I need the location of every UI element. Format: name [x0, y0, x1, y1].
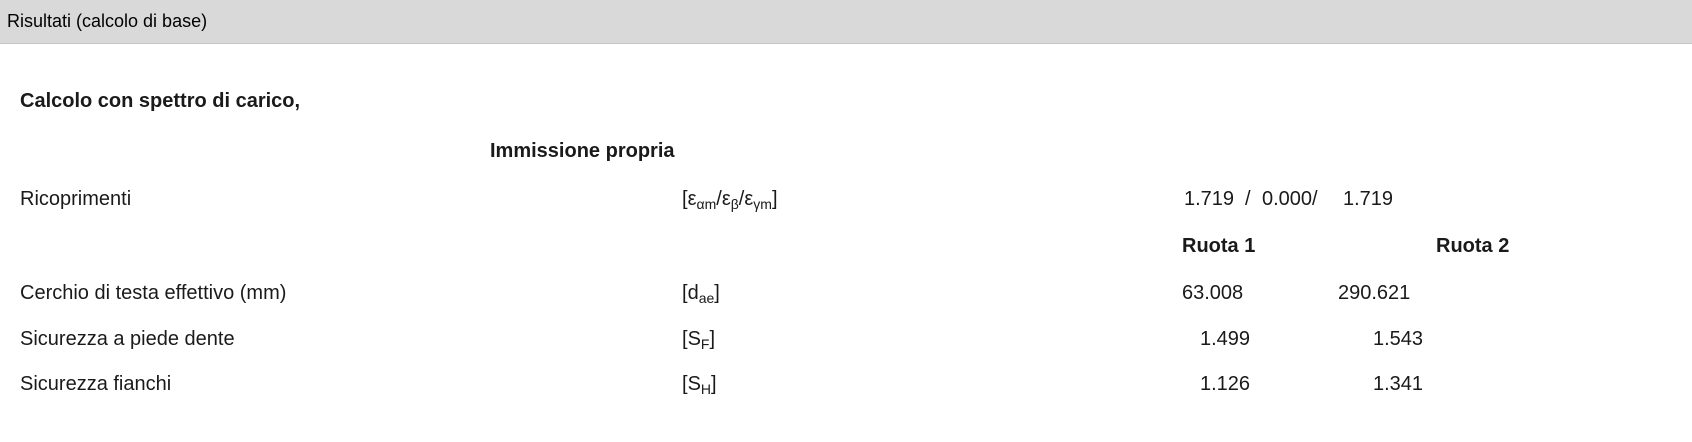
overlaps-label: Ricoprimenti: [20, 188, 132, 210]
row-value-wheel-2: 1.543: [1373, 328, 1424, 350]
column-header-wheel-2: Ruota 2: [1436, 235, 1510, 257]
row-value-wheel-1: 63.008: [1182, 282, 1244, 304]
row-symbol: [SF]: [682, 328, 716, 352]
row-symbol: [dae]: [682, 282, 720, 306]
column-header-wheel-1: Ruota 1: [1182, 235, 1256, 257]
section-heading: Calcolo con spettro di carico,: [20, 90, 301, 112]
overlaps-value-beta: 0.000/: [1262, 188, 1318, 210]
section-subheading: Immissione propria: [490, 140, 675, 162]
row-label: Sicurezza fianchi: [20, 373, 172, 395]
panel-header[interactable]: Risultati (calcolo di base): [0, 0, 1692, 44]
row-value-wheel-1: 1.499: [1200, 328, 1251, 350]
row-label: Cerchio di testa effettivo (mm): [20, 282, 287, 304]
overlaps-value-gamma: 1.719: [1343, 188, 1394, 210]
panel-title: Risultati (calcolo di base): [7, 11, 208, 31]
row-value-wheel-1: 1.126: [1200, 373, 1251, 395]
row-symbol: [SH]: [682, 373, 717, 397]
overlaps-value-alpha: 1.719: [1184, 188, 1235, 210]
row-value-wheel-2: 1.341: [1373, 373, 1424, 395]
overlaps-symbol: [εαm/εβ/εγm]: [682, 188, 778, 212]
row-value-wheel-2: 290.621: [1338, 282, 1411, 304]
row-label: Sicurezza a piede dente: [20, 328, 235, 350]
overlaps-separator: /: [1245, 188, 1251, 210]
